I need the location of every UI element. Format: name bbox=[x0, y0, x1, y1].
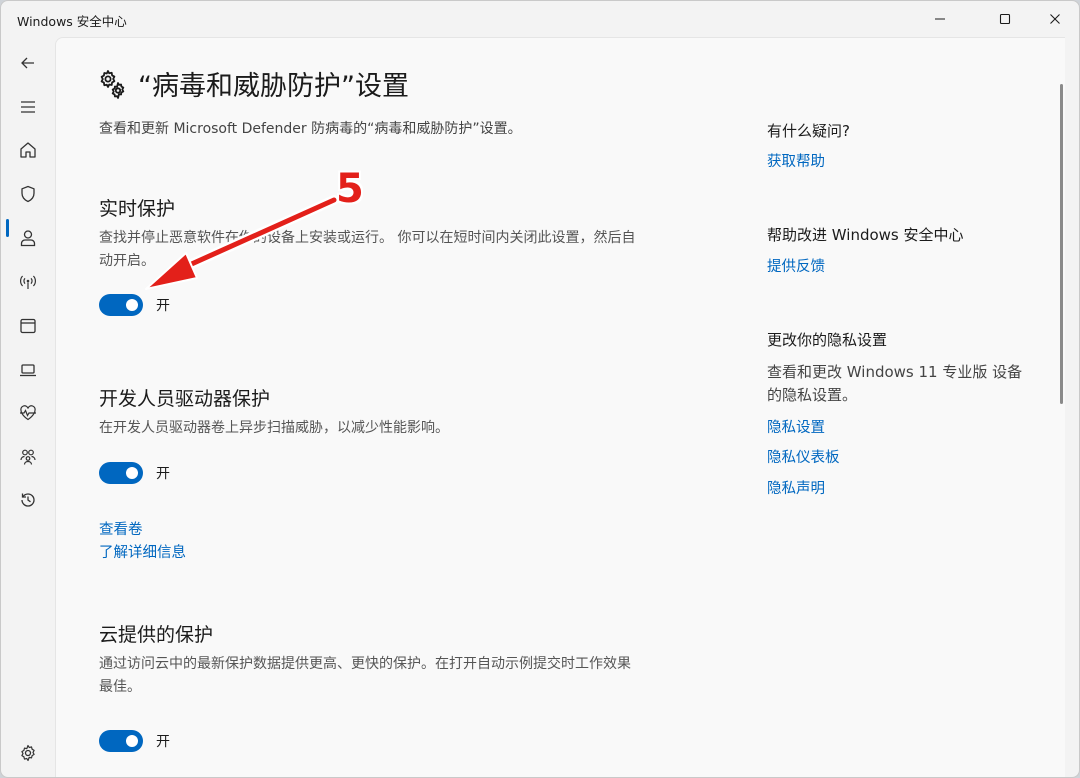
app-window: Windows 安全中心 “病毒和威胁防护”设置 查看和更新 Microsoft… bbox=[0, 0, 1080, 778]
annotation-arrow bbox=[145, 195, 339, 290]
annotation-step-number: 5 bbox=[336, 166, 364, 212]
